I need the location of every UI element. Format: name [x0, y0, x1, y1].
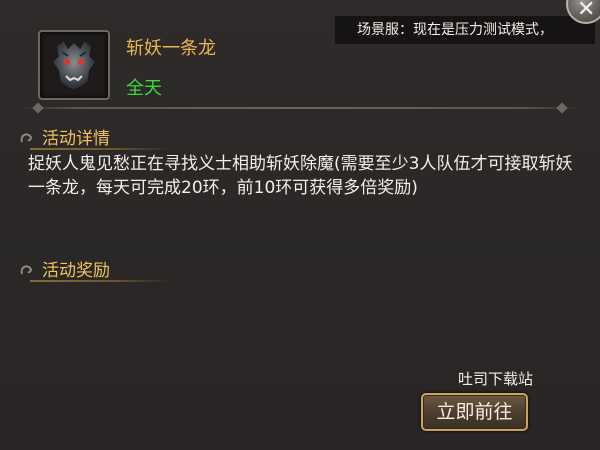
activity-description: 捉妖人鬼见愁正在寻找义士相助斩妖除魔(需要至少3人队伍才可接取斩妖一条龙，每天可… [28, 154, 573, 198]
rewards-header-label: 活动奖励 [42, 261, 110, 281]
details-section-header: 活动详情 [18, 124, 218, 150]
go-now-button[interactable]: 立即前往 [421, 393, 528, 431]
watermark-text: 吐司下载站 [458, 370, 534, 388]
activity-detail-panel: 场景服：现在是压力测试模式， ✕ 斩妖一条龙 全天 活动详情 捉妖人鬼见愁正在寻… [0, 0, 600, 450]
server-notice-text: 场景服：现在是压力测试模式， [357, 22, 553, 38]
mission-title: 斩妖一条龙 [126, 38, 216, 59]
close-icon: ✕ [577, 0, 596, 22]
details-header-label: 活动详情 [42, 129, 110, 149]
go-now-label: 立即前往 [436, 401, 513, 423]
section-divider [20, 107, 580, 109]
swirl-ornament-icon [20, 265, 32, 275]
server-notice-banner: 场景服：现在是压力测试模式， [335, 16, 595, 44]
swirl-ornament-icon [20, 133, 32, 143]
dragon-head-icon [51, 38, 97, 91]
rewards-header-underline [30, 280, 170, 282]
details-header-underline [30, 148, 170, 150]
mission-portrait [38, 30, 110, 100]
rewards-section-header: 活动奖励 [18, 256, 218, 282]
mission-time: 全天 [126, 78, 162, 99]
